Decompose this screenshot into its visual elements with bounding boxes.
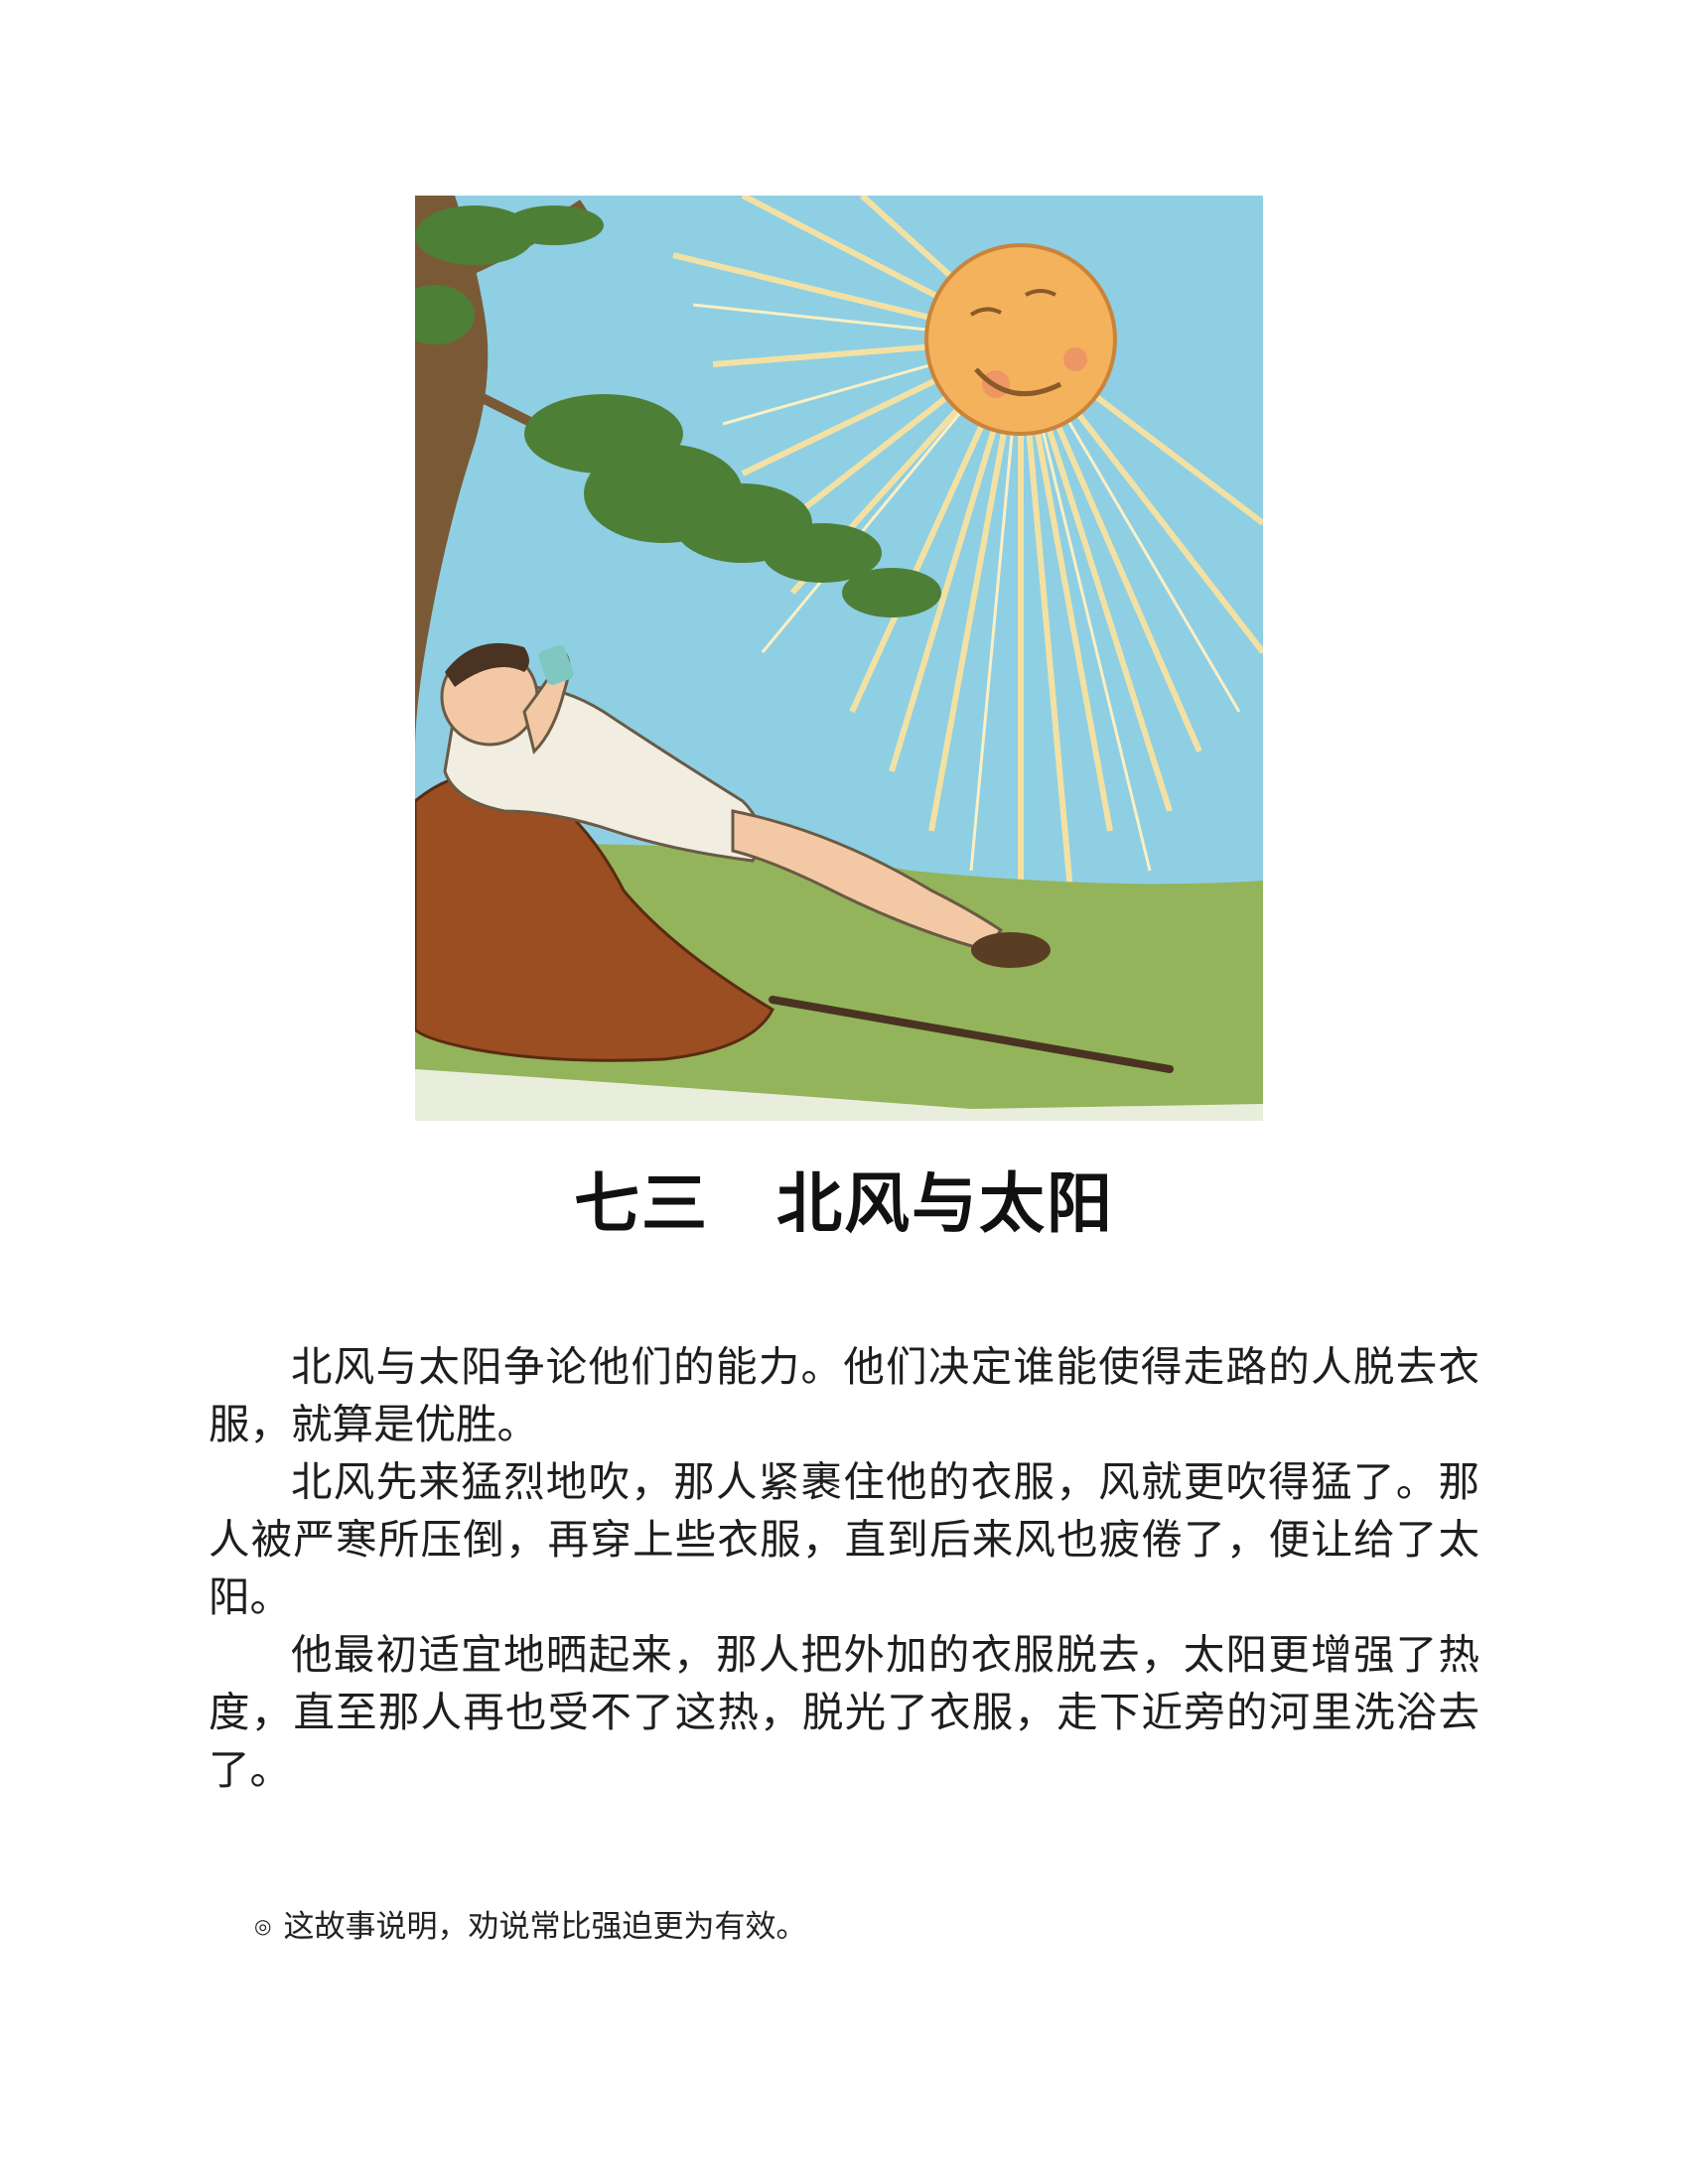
moral-text: 这故事说明，劝说常比强迫更为有效。 bbox=[283, 1909, 807, 1945]
fable-title: 七三 北风与太阳 bbox=[574, 1165, 1114, 1242]
bullet-icon: ◎ bbox=[254, 1914, 272, 1938]
fable-page: 七三 北风与太阳 北风与太阳争论他们的能力。他们决定谁能使得走路的人脱去衣服，就… bbox=[0, 0, 1688, 2184]
fable-moral: ◎ 这故事说明，劝说常比强迫更为有效。 bbox=[254, 1904, 1446, 1949]
fable-story: 北风与太阳争论他们的能力。他们决定谁能使得走路的人脱去衣服，就算是优胜。 北风先… bbox=[209, 1338, 1479, 1799]
sun-and-traveler-illustration bbox=[415, 196, 1263, 1121]
story-paragraph: 北风与太阳争论他们的能力。他们决定谁能使得走路的人脱去衣服，就算是优胜。 bbox=[209, 1342, 1479, 1448]
traveler-sandal bbox=[971, 932, 1051, 968]
story-paragraph: 他最初适宜地晒起来，那人把外加的衣服脱去，太阳更增强了热度，直至那人再也受不了这… bbox=[209, 1630, 1479, 1794]
sun bbox=[924, 243, 1117, 436]
fable-illustration bbox=[415, 196, 1263, 1121]
story-paragraph: 北风先来猛烈地吹，那人紧裹住他的衣服，风就更吹得猛了。那人被严寒所压倒，再穿上些… bbox=[209, 1457, 1479, 1621]
